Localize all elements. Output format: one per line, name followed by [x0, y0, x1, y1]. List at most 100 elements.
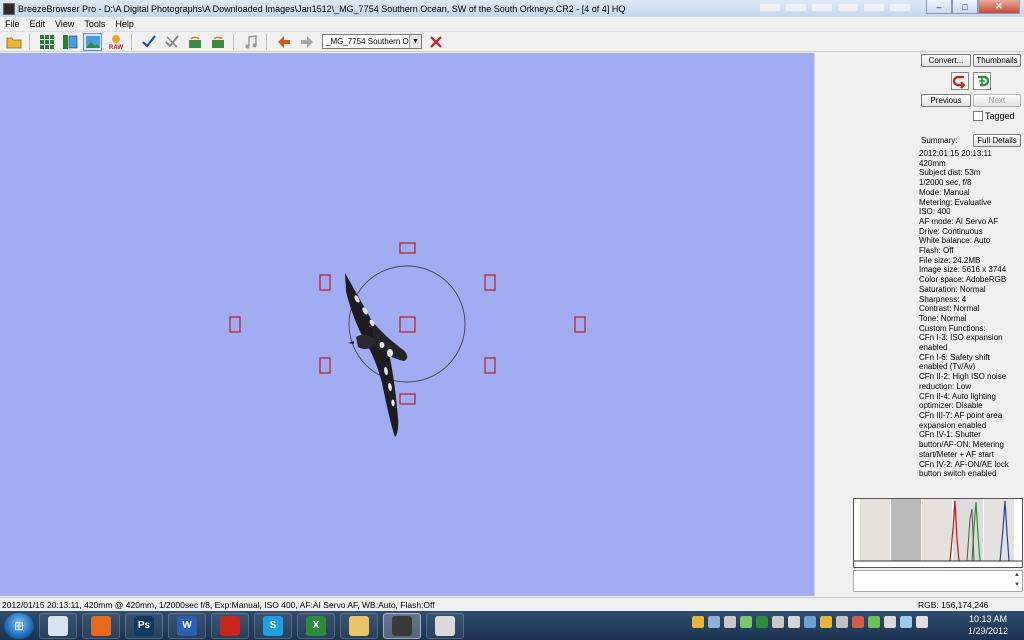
tray-icon[interactable]	[804, 616, 816, 628]
volume-icon[interactable]	[788, 616, 800, 628]
thumbnail-grid-icon[interactable]	[37, 33, 56, 51]
thumbnails-button[interactable]: Thumbnails	[973, 54, 1021, 67]
taskbar-app-chrome[interactable]	[426, 612, 464, 639]
next-arrow-icon[interactable]	[297, 33, 316, 51]
exif-detail-line: enabled	[919, 343, 948, 353]
exif-detail-line: 1/2000 sec, f/8	[919, 178, 972, 188]
taskbar-app-excel[interactable]: X	[297, 612, 335, 639]
start-button[interactable]: ⊞	[4, 612, 34, 639]
menu-bar: File Edit View Tools Help	[0, 17, 1024, 32]
close-button[interactable]: ✕	[978, 0, 1020, 14]
app-icon	[3, 2, 15, 15]
minimize-button[interactable]: –	[926, 0, 952, 14]
menu-view[interactable]: View	[50, 19, 79, 29]
raw-convert-icon[interactable]: RAW	[106, 33, 125, 51]
convert-button[interactable]: Convert...	[921, 54, 971, 67]
taskbar-apps: Ps W S X	[34, 612, 464, 639]
chrome-icon	[435, 615, 455, 636]
rotate-right-icon[interactable]	[208, 33, 227, 51]
scroll-down-icon[interactable]: ▼	[1014, 582, 1020, 588]
file-select-value: _MG_7754 Southern Ocean, SW of the South…	[326, 37, 409, 46]
tray-icon[interactable]	[708, 616, 720, 628]
rgb-readout: RGB: 156,174,246	[918, 600, 989, 610]
acrobat-icon	[220, 615, 240, 636]
word-icon: W	[177, 615, 197, 636]
taskbar-app-word[interactable]: W	[168, 612, 206, 639]
tagged-label: Tagged	[985, 111, 1015, 121]
tag-checkmark-icon[interactable]	[139, 33, 158, 51]
menu-tools[interactable]: Tools	[79, 19, 110, 29]
tray-icon[interactable]	[884, 616, 896, 628]
next-button[interactable]: Next	[973, 94, 1021, 107]
exif-detail-line: File size: 24.2MB	[919, 255, 981, 265]
previous-arrow-icon[interactable]	[274, 33, 293, 51]
scroll-up-icon[interactable]: ▲	[1014, 572, 1020, 578]
svg-text:RAW: RAW	[109, 45, 123, 50]
photo-canvas	[229, 242, 586, 437]
rotate-left-icon[interactable]	[185, 33, 204, 51]
exif-detail-line: CFn III-7: AF point area	[919, 410, 1003, 420]
af-points	[229, 242, 586, 405]
rotate-right-icon[interactable]	[973, 72, 991, 90]
file-select[interactable]: _MG_7754 Southern Ocean, SW of the South…	[322, 34, 422, 49]
preview-icon[interactable]	[60, 33, 79, 51]
taskbar-app-explorer[interactable]	[340, 612, 378, 639]
toolbar-separator	[131, 33, 132, 50]
exif-detail-line: 420mm	[919, 158, 946, 168]
toolbar-separator	[266, 33, 267, 50]
maximize-button[interactable]: □	[952, 0, 978, 14]
open-folder-icon[interactable]	[4, 33, 23, 51]
calculator-icon	[48, 615, 68, 636]
untag-icon[interactable]	[162, 33, 181, 51]
exif-detail-line: enabled (Tv/Av)	[919, 362, 976, 372]
tray-icon[interactable]	[820, 616, 832, 628]
full-details-button[interactable]: Full Details	[973, 134, 1021, 147]
photoshop-icon: Ps	[134, 615, 154, 636]
histogram-scroll[interactable]: ▲ ▼	[853, 570, 1023, 592]
menu-edit[interactable]: Edit	[25, 19, 51, 29]
exif-detail-line: button/AF-ON: Metering	[919, 440, 1004, 450]
tray-icon[interactable]	[836, 616, 848, 628]
menu-file[interactable]: File	[0, 19, 25, 29]
tray-icon[interactable]	[852, 616, 864, 628]
taskbar-app-breezebrowser[interactable]	[383, 612, 421, 639]
excel-icon: X	[306, 615, 326, 636]
tray-icon[interactable]	[756, 616, 768, 628]
exif-detail-line: ISO: 400	[919, 207, 951, 217]
clock[interactable]: 10:13 AM 1/29/2012	[955, 613, 1021, 637]
taskbar-app-calculator[interactable]	[39, 612, 77, 639]
af-point-left	[229, 316, 241, 333]
exif-detail-line: Saturation: Normal	[919, 284, 986, 294]
tagged-checkbox[interactable]	[973, 111, 983, 121]
tray-icon[interactable]	[772, 616, 784, 628]
exif-detail-line: CFn I-6: Safety shift	[919, 352, 990, 362]
exif-detail-line: Flash: Off	[919, 246, 954, 256]
tray-warning-icon[interactable]	[692, 616, 704, 628]
summary-label: Summary:	[921, 136, 958, 145]
exif-detail-line: CFn IV-1: Shutter	[919, 430, 981, 440]
delete-cross-icon[interactable]	[426, 33, 445, 51]
menu-help[interactable]: Help	[110, 19, 139, 29]
tray-icon[interactable]	[868, 616, 880, 628]
title-bar-blurred-labels	[760, 4, 910, 11]
histogram	[853, 498, 1023, 568]
speaker-icon[interactable]	[916, 616, 928, 628]
taskbar-app-firefox[interactable]	[82, 612, 120, 639]
image-viewer[interactable]	[0, 53, 814, 596]
taskbar-app-acrobat[interactable]	[211, 612, 249, 639]
exif-detail-line: expansion enabled	[919, 420, 987, 430]
tray-icon[interactable]	[740, 616, 752, 628]
previous-button[interactable]: Previous	[921, 94, 971, 107]
taskbar-app-skype[interactable]: S	[254, 612, 292, 639]
info-panel: Convert... Thumbnails Previous Next Tagg…	[814, 53, 1024, 596]
network-icon[interactable]	[900, 616, 912, 628]
system-tray	[692, 616, 928, 628]
music-note-icon[interactable]	[241, 33, 260, 51]
taskbar-app-photoshop[interactable]: Ps	[125, 612, 163, 639]
af-point-lower-left	[319, 357, 331, 374]
rotate-left-icon[interactable]	[951, 72, 969, 90]
tray-icon[interactable]	[724, 616, 736, 628]
full-image-view-icon[interactable]	[83, 32, 102, 51]
exif-detail-line: Mode: Manual	[919, 187, 970, 197]
exif-detail-line: White balance: Auto	[919, 236, 991, 246]
